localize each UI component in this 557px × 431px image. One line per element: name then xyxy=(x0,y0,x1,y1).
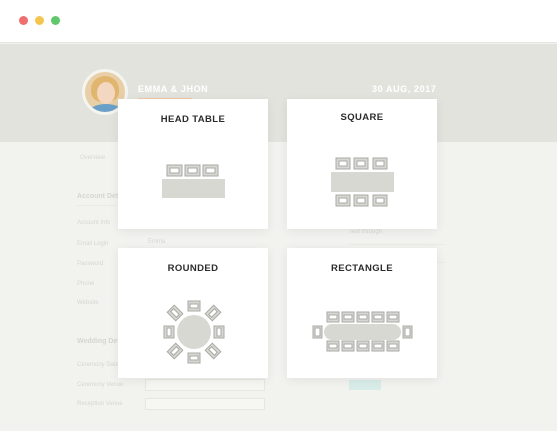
minimize-window-dot[interactable] xyxy=(35,16,44,25)
account-info-subtitle: Account Info xyxy=(77,220,111,226)
square-table-icon xyxy=(331,157,394,207)
rounded-table-icon xyxy=(163,300,225,364)
ceremony-venue-field[interactable] xyxy=(145,379,265,391)
rectangle-table-icon xyxy=(312,311,413,352)
field-label-reception-venue: Reception Venue xyxy=(77,401,123,407)
table-option-rounded[interactable]: ROUNDED xyxy=(118,248,268,378)
breadcrumb: Overview xyxy=(80,155,106,161)
head-table-icon xyxy=(162,164,225,198)
field-value-email: Emma xyxy=(148,239,166,245)
table-option-head-table[interactable]: HEAD TABLE xyxy=(118,99,268,229)
table-option-rectangle[interactable]: RECTANGLE xyxy=(287,248,437,378)
table-option-square[interactable]: SQUARE xyxy=(287,99,437,229)
field-label-website: Website xyxy=(77,300,99,306)
save-details-button[interactable] xyxy=(349,380,381,390)
window-titlebar xyxy=(0,0,557,43)
field-label-ceremony-date: Ceremony Date xyxy=(77,362,120,368)
field-label-email: Email Login xyxy=(77,241,109,247)
reception-venue-field[interactable] xyxy=(145,398,265,410)
field-label-phone: Phone xyxy=(77,281,95,287)
right-panel-heading: Text through xyxy=(349,229,383,235)
field-label-password: Password xyxy=(77,261,104,267)
couple-names: EMMA & JHON xyxy=(138,84,209,94)
wedding-date: 30 AUG, 2017 xyxy=(372,84,437,94)
maximize-window-dot[interactable] xyxy=(51,16,60,25)
close-window-dot[interactable] xyxy=(19,16,28,25)
field-label-ceremony-venue: Ceremony Venue xyxy=(77,382,124,388)
